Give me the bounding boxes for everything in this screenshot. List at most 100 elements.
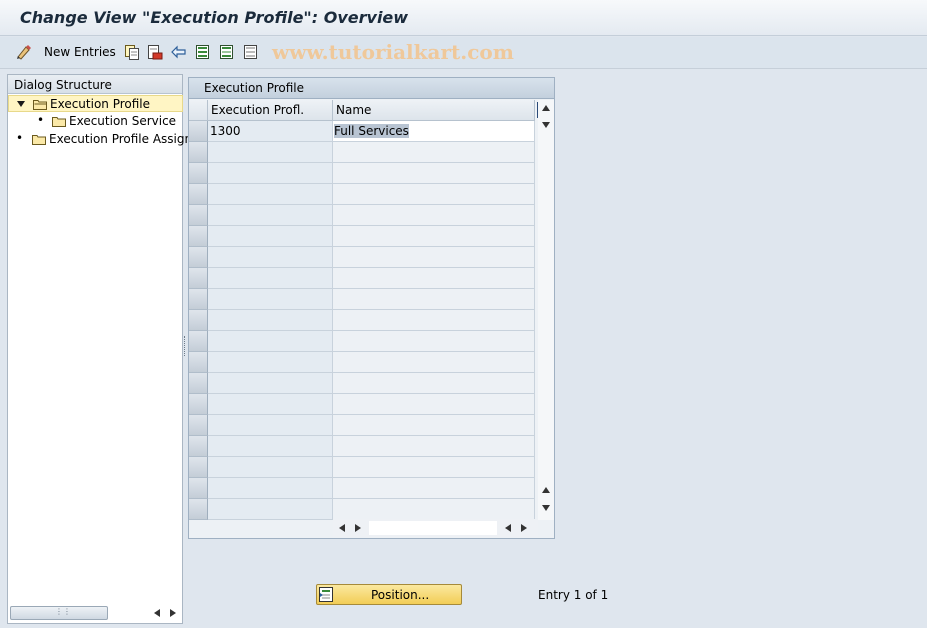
scroll-left-icon[interactable]: [505, 524, 511, 532]
empty-table-row[interactable]: [189, 373, 535, 394]
cell-execution-profile: [208, 436, 333, 457]
scrollbar-thumb[interactable]: ⋮⋮: [10, 606, 108, 620]
new-entries-button[interactable]: New Entries: [44, 45, 116, 59]
cell-name: [333, 289, 535, 310]
delete-icon[interactable]: [147, 44, 163, 60]
empty-table-row[interactable]: [189, 478, 535, 499]
position-icon: [319, 587, 333, 602]
select-all-rows-header[interactable]: [189, 100, 208, 121]
undo-change-icon[interactable]: [171, 44, 187, 60]
table-title-bar: Execution Profile: [189, 78, 554, 99]
row-selector[interactable]: [189, 394, 208, 415]
column-header-name[interactable]: Name: [333, 100, 535, 121]
row-selector[interactable]: [189, 184, 208, 205]
scroll-down-icon[interactable]: [542, 122, 550, 128]
cell-name: [333, 415, 535, 436]
dialog-structure-header: Dialog Structure: [8, 75, 182, 94]
row-selector[interactable]: [189, 121, 208, 142]
expand-triangle-icon[interactable]: [17, 101, 25, 107]
scroll-right-icon[interactable]: [170, 609, 176, 617]
grip-icon: ⋮⋮: [55, 607, 71, 616]
table-row[interactable]: 1300 Full Services: [189, 121, 535, 142]
row-selector[interactable]: [189, 499, 208, 520]
scrollbar-track[interactable]: [369, 521, 497, 535]
tree-bullet-icon: •: [37, 113, 45, 127]
cell-name: [333, 163, 535, 184]
column-header-label: Execution Profl.: [211, 103, 305, 117]
cell-name[interactable]: Full Services: [333, 121, 535, 142]
row-selector[interactable]: [189, 205, 208, 226]
empty-table-row[interactable]: [189, 457, 535, 478]
cell-name: [333, 226, 535, 247]
empty-table-row[interactable]: [189, 436, 535, 457]
row-selector[interactable]: [189, 310, 208, 331]
row-selector[interactable]: [189, 163, 208, 184]
empty-table-row[interactable]: [189, 205, 535, 226]
column-header-execution-profile[interactable]: Execution Profl.: [208, 100, 333, 121]
scroll-right-icon[interactable]: [355, 524, 361, 532]
row-selector[interactable]: [189, 142, 208, 163]
empty-table-row[interactable]: [189, 247, 535, 268]
empty-table-row[interactable]: [189, 499, 535, 520]
tree-bullet-icon: •: [16, 131, 24, 145]
row-selector[interactable]: [189, 478, 208, 499]
cell-execution-profile: [208, 415, 333, 436]
cell-name: [333, 142, 535, 163]
scroll-left-icon[interactable]: [339, 524, 345, 532]
select-block-icon[interactable]: [219, 44, 235, 60]
row-selector[interactable]: [189, 289, 208, 310]
empty-table-row[interactable]: [189, 163, 535, 184]
dialog-structure-title: Dialog Structure: [14, 78, 112, 92]
table-vertical-scrollbar[interactable]: [538, 100, 554, 520]
page-up-icon[interactable]: [542, 487, 550, 493]
tree-item-label: Execution Service: [69, 114, 177, 128]
name-input[interactable]: Full Services: [334, 124, 409, 138]
cell-value: 1300: [210, 124, 241, 138]
empty-table-row[interactable]: [189, 415, 535, 436]
position-button[interactable]: Position...: [316, 584, 462, 605]
deselect-all-icon[interactable]: [243, 44, 259, 60]
empty-table-row[interactable]: [189, 184, 535, 205]
row-selector[interactable]: [189, 436, 208, 457]
tree-item-execution-profile[interactable]: Execution Profile: [8, 95, 183, 112]
empty-table-row[interactable]: [189, 352, 535, 373]
row-selector[interactable]: [189, 268, 208, 289]
row-selector[interactable]: [189, 373, 208, 394]
empty-table-row[interactable]: [189, 289, 535, 310]
row-selector[interactable]: [189, 352, 208, 373]
select-all-icon[interactable]: [195, 44, 211, 60]
scroll-left-icon[interactable]: [154, 609, 160, 617]
copy-as-icon[interactable]: [124, 44, 140, 60]
tree-horizontal-scrollbar[interactable]: ⋮⋮: [10, 605, 180, 621]
table-horizontal-scrollbar[interactable]: [333, 519, 538, 537]
cell-name: [333, 478, 535, 499]
execution-profile-table: Execution Profile Execution Profl. Name …: [188, 77, 555, 539]
row-selector[interactable]: [189, 457, 208, 478]
column-header-label: Name: [336, 103, 372, 117]
scroll-right-icon[interactable]: [521, 524, 527, 532]
row-selector[interactable]: [189, 331, 208, 352]
watermark-text: www.tutorialkart.com: [272, 40, 514, 64]
empty-table-row[interactable]: [189, 268, 535, 289]
cell-name: [333, 310, 535, 331]
row-selector[interactable]: [189, 247, 208, 268]
empty-table-row[interactable]: [189, 394, 535, 415]
scroll-up-icon[interactable]: [542, 105, 550, 111]
empty-table-row[interactable]: [189, 331, 535, 352]
empty-table-row[interactable]: [189, 142, 535, 163]
display-change-icon[interactable]: [16, 44, 32, 60]
row-selector[interactable]: [189, 415, 208, 436]
tree-item-execution-profile-assign[interactable]: • Execution Profile Assign: [8, 131, 192, 148]
row-selector[interactable]: [189, 226, 208, 247]
tree-item-label: Execution Profile: [50, 97, 151, 111]
pane-splitter[interactable]: [184, 336, 186, 356]
cell-execution-profile: [208, 163, 333, 184]
page-down-icon[interactable]: [542, 505, 550, 511]
cell-execution-profile: [208, 352, 333, 373]
tree-item-execution-service[interactable]: • Execution Service: [8, 113, 183, 130]
empty-table-row[interactable]: [189, 310, 535, 331]
table-title: Execution Profile: [204, 81, 305, 95]
cell-name: [333, 331, 535, 352]
empty-table-row[interactable]: [189, 226, 535, 247]
cell-execution-profile: [208, 457, 333, 478]
